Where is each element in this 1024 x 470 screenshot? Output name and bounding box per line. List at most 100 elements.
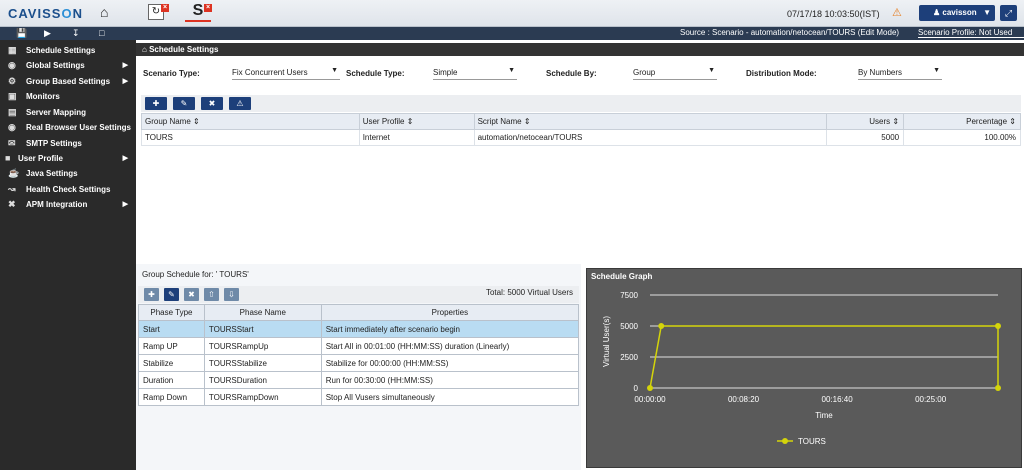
schedule-graph-chart: 0 2500 5000 7500 00:00:00 00:08:20 00:16:40 00:… [602, 291, 1001, 446]
phase-type-cell: Ramp UP [138, 337, 205, 355]
globe-icon: ◉ [8, 60, 16, 70]
group-toolbar: ✚ ✎ ✖ ⚠ [141, 95, 1021, 112]
plus-icon: ✚ [152, 99, 160, 108]
delete-group-button[interactable]: ✖ [201, 97, 223, 110]
sidebar-item-real-browser-user-settings[interactable]: ◉ Real Browser User Settings [0, 120, 136, 135]
phase-name-cell: TOURSStabilize [203, 354, 322, 372]
column-header[interactable]: Group Name ⇕ [141, 113, 360, 130]
user-profile-cell: Internet [358, 129, 475, 146]
scenario-profile[interactable]: Scenario Profile: Not Used [918, 28, 1024, 38]
scenario-type-label: Scenario Type: [143, 69, 200, 78]
pencil-icon: ✎ [168, 290, 175, 299]
close-icon: ✖ [188, 290, 195, 299]
sort-icon: ⇕ [1009, 117, 1016, 126]
distribution-mode-label: Distribution Mode: [746, 69, 817, 78]
cavisson-logo: CAVISSON [8, 6, 83, 21]
sidebar-item-user-profile[interactable]: ■ User Profile ▶ [0, 151, 136, 166]
schedule-by-select[interactable]: Group ▼ [633, 67, 717, 80]
phase-type-cell: Stabilize [138, 354, 205, 372]
action-toolbar: 💾 ▶ ↧ □ Source : Scenario - automation/n… [0, 27, 1024, 40]
phase-table: Phase Type Phase Name Properties Start T… [138, 304, 580, 406]
column-header[interactable]: Users ⇕ [826, 113, 905, 130]
sort-icon: ⇕ [193, 117, 200, 126]
column-header: Phase Name [203, 304, 322, 321]
sidebar-item-health-check-settings[interactable]: ↝ Health Check Settings [0, 182, 136, 197]
close-icon: ✖ [208, 99, 216, 108]
table-header-row: Group Name ⇕ User Profile ⇕ Script Name … [141, 113, 1021, 130]
properties-cell: Stop All Vusers simultaneously [320, 388, 580, 406]
save-icon[interactable]: 💾 [16, 28, 27, 39]
table-row[interactable]: Ramp Down TOURSRampDown Stop All Vusers … [138, 388, 580, 406]
y-tick-label: 5000 [620, 322, 638, 331]
sort-icon: ⇕ [892, 117, 900, 126]
add-phase-button[interactable]: ✚ [144, 288, 159, 301]
move-down-button[interactable]: ⇩ [224, 288, 239, 301]
chevron-right-icon: ▶ [122, 155, 128, 162]
sort-icon: ⇕ [406, 117, 414, 126]
close-tab-icon[interactable]: × [161, 4, 169, 12]
group-table: Group Name ⇕ User Profile ⇕ Script Name … [141, 113, 1021, 146]
legend-label: TOURS [798, 437, 826, 446]
document-icon[interactable]: □ [99, 28, 104, 38]
distribution-mode-select[interactable]: By Numbers ▼ [858, 67, 942, 80]
add-group-button[interactable]: ✚ [145, 97, 167, 110]
delete-phase-button[interactable]: ✖ [184, 288, 199, 301]
warning-button[interactable]: ⚠ [229, 97, 251, 110]
x-axis-label: Time [815, 411, 833, 420]
phase-name-cell: TOURSDuration [203, 371, 322, 389]
sidebar-item-server-mapping[interactable]: ▤ Server Mapping [0, 105, 136, 120]
sidebar-item-java-settings[interactable]: ☕ Java Settings [0, 166, 136, 181]
column-header[interactable]: User Profile ⇕ [358, 113, 475, 130]
phase-type-cell: Start [138, 320, 205, 338]
username-label: cavisson [942, 8, 977, 17]
column-header[interactable]: Script Name ⇕ [473, 113, 828, 130]
percentage-cell: 100.00% [903, 129, 1021, 146]
edit-group-button[interactable]: ✎ [173, 97, 195, 110]
table-row[interactable]: Stabilize TOURSStabilize Stabilize for 0… [138, 354, 580, 372]
chevron-down-icon: ▼ [983, 8, 991, 17]
chevron-right-icon: ▶ [122, 78, 128, 85]
schedule-type-select[interactable]: Simple ▼ [433, 67, 517, 80]
data-point [658, 323, 665, 329]
chart-icon: ↝ [8, 184, 16, 194]
table-row[interactable]: Start TOURSStart Start immediately after… [138, 320, 580, 338]
sidebar-item-global-settings[interactable]: ◉ Global Settings ▶ [0, 58, 136, 73]
data-point [647, 385, 653, 391]
phase-type-cell: Duration [138, 371, 205, 389]
home-icon[interactable]: ⌂ [142, 45, 149, 54]
sidebar-item-monitors[interactable]: ▣ Monitors [0, 89, 136, 104]
move-up-button[interactable]: ⇧ [204, 288, 219, 301]
sidebar-item-apm-integration[interactable]: ✖ APM Integration ▶ [0, 197, 136, 212]
tools-icon: ✖ [8, 199, 16, 209]
column-header[interactable]: Percentage ⇕ [903, 113, 1021, 130]
sidebar-item-smtp-settings[interactable]: ✉ SMTP Settings [0, 136, 136, 151]
sidebar-item-group-based-settings[interactable]: ⚙ Group Based Settings ▶ [0, 74, 136, 89]
y-tick-label: 7500 [620, 291, 638, 300]
alert-icon[interactable]: ⚠ [892, 6, 902, 19]
table-row[interactable]: Duration TOURSDuration Run for 00:30:00 … [138, 371, 580, 389]
properties-cell: Start All in 00:01:00 (HH:MM:SS) duratio… [320, 337, 580, 355]
home-icon[interactable]: ⌂ [100, 4, 108, 20]
download-icon[interactable]: ↧ [72, 28, 80, 39]
expand-icon[interactable]: ⤢ [1000, 5, 1017, 21]
user-menu-button[interactable]: ♟ cavisson ▼ [919, 5, 995, 21]
y-tick-label: 0 [634, 384, 639, 393]
scenario-type-select[interactable]: Fix Concurrent Users ▼ [232, 67, 340, 80]
play-icon[interactable]: ▶ [44, 28, 51, 39]
sidebar: ▦ Schedule Settings ◉ Global Settings ▶ ⚙ Gr… [0, 40, 136, 470]
phase-name-cell: TOURSRampUp [203, 337, 322, 355]
y-axis-label: Virtual User(s) [602, 316, 611, 367]
close-tab-icon[interactable]: × [204, 4, 212, 12]
arrow-up-icon: ⇧ [208, 290, 215, 299]
edit-phase-button[interactable]: ✎ [164, 288, 179, 301]
plus-icon: ✚ [148, 290, 155, 299]
group-schedule-title: Group Schedule for: ' TOURS' [142, 270, 249, 279]
users-cell: 5000 [826, 129, 905, 146]
sort-icon: ⇕ [523, 117, 531, 126]
table-row[interactable]: TOURS Internet automation/netocean/TOURS… [141, 129, 1021, 146]
x-tick-label: 00:25:00 [915, 395, 947, 404]
table-row[interactable]: Ramp UP TOURSRampUp Start All in 00:01:0… [138, 337, 580, 355]
sidebar-item-schedule-settings[interactable]: ▦ Schedule Settings [0, 43, 136, 58]
data-point [995, 385, 1001, 391]
column-header: Phase Type [138, 304, 205, 321]
